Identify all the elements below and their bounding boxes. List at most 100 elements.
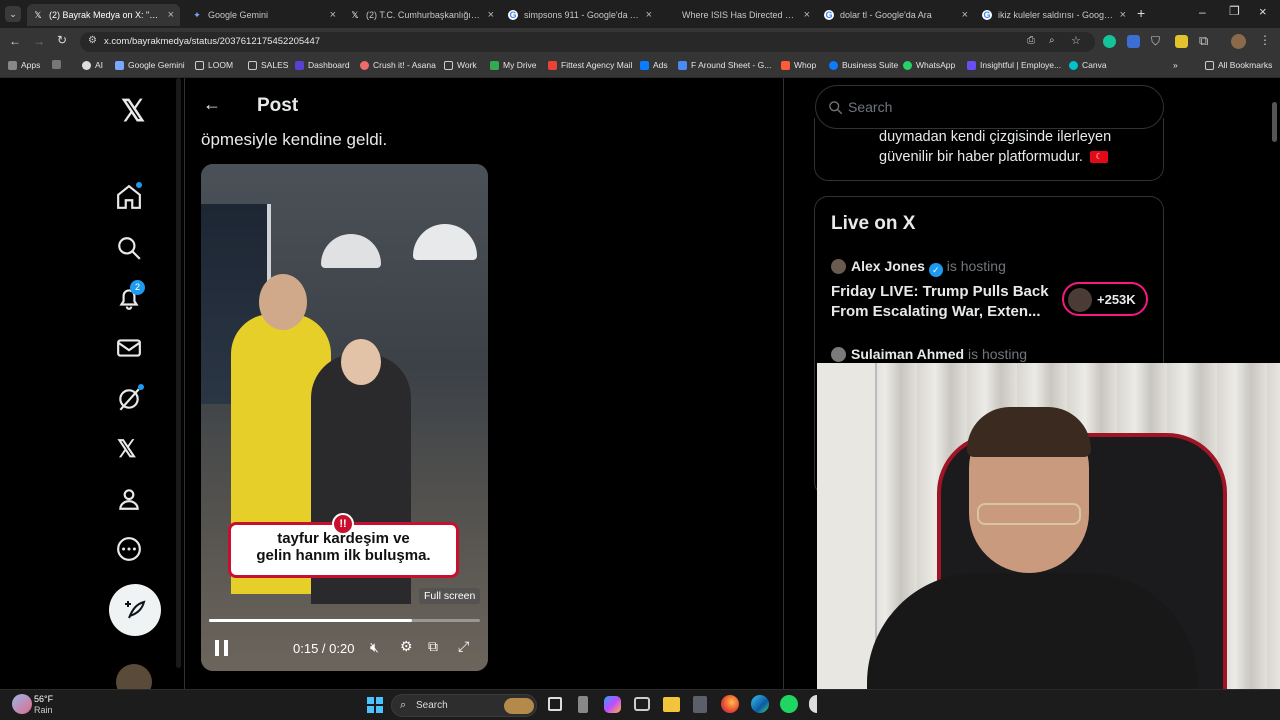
live-host-row[interactable]: Alex Jones ✓ is hosting [851, 258, 1006, 277]
bookmarks-overflow-icon[interactable]: » [1173, 60, 1178, 70]
live-title-line[interactable]: From Escalating War, Exten... [831, 303, 1041, 320]
bookmark-ai[interactable]: AI [82, 60, 103, 70]
center-scrollbar[interactable] [176, 78, 181, 668]
browser-tab-bar: ⌄ 𝕏 (2) Bayrak Medya on X: "Endon × ✦ Go… [0, 0, 1280, 28]
copilot-icon[interactable] [604, 696, 621, 713]
shield-icon[interactable]: ⛉ [1151, 34, 1160, 49]
back-arrow-icon[interactable]: ← [203, 94, 221, 115]
close-icon[interactable]: × [1120, 9, 1126, 21]
bookmark-dashboard[interactable]: Dashboard [295, 60, 350, 70]
browser-tab[interactable]: G dolar tl - Google'da Ara × [818, 4, 974, 26]
bookmark-label: WhatsApp [916, 60, 956, 70]
page-scrollbar[interactable] [1272, 102, 1277, 142]
live-host-row[interactable]: Sulaiman Ahmed is hosting [851, 346, 1027, 362]
bookmark-drive[interactable]: My Drive [490, 60, 537, 70]
browser-tab[interactable]: Where ISIS Has Directed and In × [660, 4, 816, 26]
bookmark-loom[interactable]: LOOM [195, 60, 233, 70]
site-info-icon[interactable]: ⚙ [88, 35, 97, 46]
taskbar-app-icon[interactable] [578, 696, 588, 713]
settings-icon[interactable]: ⚙ [400, 638, 413, 655]
forward-icon[interactable]: → [33, 34, 45, 48]
bookmark-label: AI [95, 60, 104, 70]
live-listeners-pill[interactable]: +253K [1062, 282, 1148, 316]
taskbar-search[interactable]: ⌕ Search [391, 694, 537, 717]
profile-icon[interactable] [116, 486, 142, 512]
bookmark-ads[interactable]: Ads [640, 60, 668, 70]
grammarly-icon[interactable] [1103, 35, 1116, 48]
extension-icon[interactable] [1175, 35, 1188, 48]
live-title-line[interactable]: Friday LIVE: Trump Pulls Back [831, 283, 1049, 300]
more-icon[interactable] [116, 536, 142, 562]
bookmark-work[interactable]: Work [444, 60, 477, 70]
bookmark-sheet[interactable]: F Around Sheet - G... [678, 60, 771, 70]
bookmark-grid[interactable] [52, 60, 65, 69]
restore-icon[interactable]: ❐ [1229, 4, 1240, 18]
browser-tab[interactable]: G ikiz kuleler saldırısı - Google'da × [976, 4, 1132, 26]
profile-avatar[interactable] [1231, 34, 1246, 49]
pause-icon[interactable] [215, 640, 229, 656]
bookmark-insightful[interactable]: Insightful | Employe... [967, 60, 1061, 70]
bookmark-star-icon[interactable]: ☆ [1071, 34, 1081, 47]
browser-tab[interactable]: 𝕏 (2) T.C. Cumhurbaşkanlığı on X × [344, 4, 500, 26]
extension-icon[interactable] [1127, 35, 1140, 48]
edge-icon[interactable] [751, 695, 769, 713]
turkish-flag-icon: ☾ [1089, 151, 1108, 164]
account-avatar[interactable] [116, 664, 152, 689]
search-icon[interactable] [116, 235, 142, 261]
fullscreen-icon[interactable]: ⤢ [458, 638, 469, 655]
camera-icon[interactable] [634, 697, 650, 711]
browser-tab[interactable]: G simpsons 911 - Google'da Ara × [502, 4, 658, 26]
close-window-icon[interactable]: × [1259, 4, 1267, 19]
close-icon[interactable]: × [330, 9, 336, 21]
reload-icon[interactable]: ↻ [57, 33, 67, 47]
bookmark-mail[interactable]: Fittest Agency Mail [548, 60, 632, 70]
video-progress-track[interactable] [209, 619, 480, 622]
unread-dot [138, 384, 144, 390]
all-bookmarks[interactable]: All Bookmarks [1205, 60, 1272, 70]
menu-icon[interactable]: ⋮ [1259, 33, 1271, 47]
bookmark-business-suite[interactable]: Business Suite [829, 60, 898, 70]
calculator-icon[interactable] [693, 696, 707, 713]
bookmark-sales[interactable]: SALES [248, 60, 288, 70]
chrome-icon[interactable] [809, 695, 817, 713]
picture-in-picture-icon[interactable]: ⧉ [428, 638, 438, 655]
minimize-icon[interactable]: – [1199, 5, 1206, 19]
x-logo[interactable]: 𝕏 [121, 94, 145, 129]
close-icon[interactable]: × [488, 9, 494, 21]
close-icon[interactable]: × [962, 9, 968, 21]
back-icon[interactable]: ← [9, 34, 21, 48]
bookmark-asana[interactable]: Crush it! - Asana [360, 60, 436, 70]
zoom-icon[interactable]: ⌕ [1049, 35, 1055, 46]
gmail-icon [548, 60, 557, 70]
mute-icon[interactable]: 🔇︎ [370, 639, 379, 656]
puzzle-icon[interactable]: ⧉ [1199, 33, 1208, 49]
mail-icon[interactable] [116, 335, 142, 361]
about-text: güvenilir bir haber platformudur. [879, 149, 1083, 165]
install-app-icon[interactable]: ⎙ [1027, 35, 1035, 46]
close-icon[interactable]: × [646, 9, 652, 21]
premium-x-icon[interactable]: 𝕏 [117, 435, 136, 464]
bookmark-canva[interactable]: Canva [1069, 60, 1107, 70]
browser-tab[interactable]: 𝕏 (2) Bayrak Medya on X: "Endon × [27, 4, 180, 26]
tab-search-button[interactable]: ⌄ [5, 6, 21, 22]
webcam-overlay [817, 363, 1280, 720]
close-icon[interactable]: × [168, 9, 174, 21]
file-explorer-icon[interactable] [663, 697, 680, 712]
spotify-icon[interactable] [780, 695, 798, 713]
bookmark-label: My Drive [503, 60, 537, 70]
close-icon[interactable]: × [804, 9, 810, 21]
video-player[interactable]: tayfur kardeşim ve gelin hanım ilk buluş… [201, 164, 488, 671]
address-bar[interactable]: ⚙ x.com/bayrakmedya/status/2037612175452… [80, 32, 1095, 52]
grok-icon[interactable] [116, 386, 142, 412]
bookmark-whatsapp[interactable]: WhatsApp [903, 60, 955, 70]
firefox-icon[interactable] [721, 695, 739, 713]
task-view-icon[interactable] [548, 697, 562, 711]
new-tab-icon[interactable]: + [1137, 5, 1145, 21]
bookmark-apps[interactable]: Apps [8, 60, 40, 70]
weather-icon[interactable] [12, 694, 32, 714]
browser-tab[interactable]: ✦ Google Gemini × [186, 4, 342, 26]
bookmark-gemini[interactable]: Google Gemini [115, 60, 185, 70]
start-windows-icon[interactable] [367, 697, 383, 713]
bookmark-whop[interactable]: Whop [781, 60, 816, 70]
compose-post-button[interactable] [109, 584, 161, 636]
